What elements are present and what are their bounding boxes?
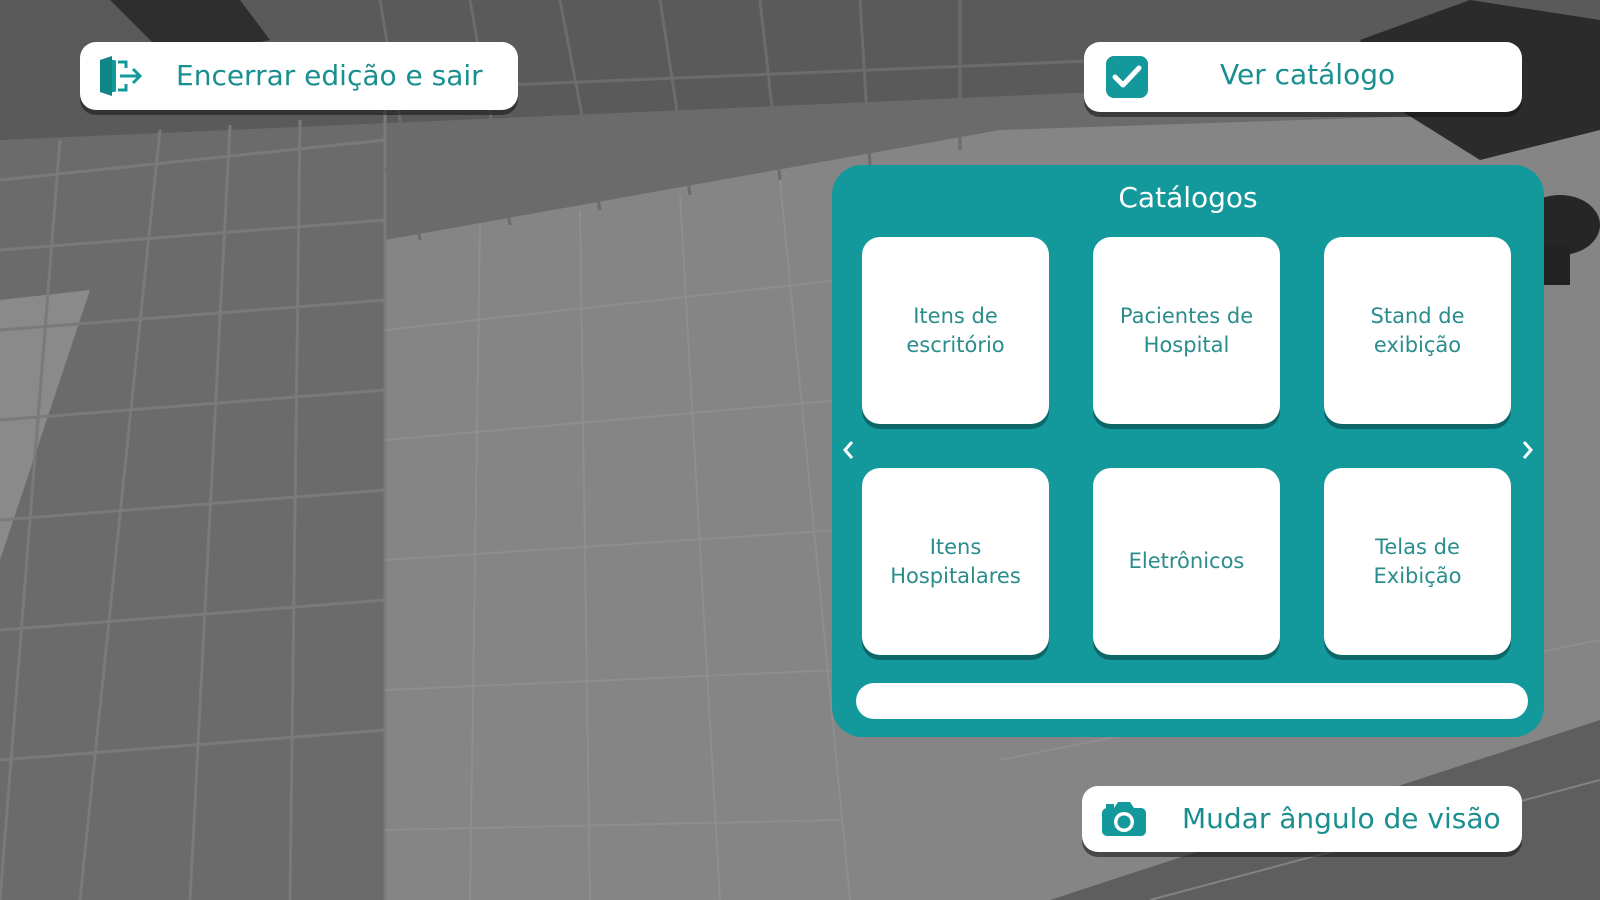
catalog-prev-button[interactable] bbox=[838, 435, 858, 465]
exit-edit-button[interactable]: Encerrar edição e sair bbox=[80, 42, 518, 110]
catalog-item-office[interactable]: Itens de escritório bbox=[862, 237, 1049, 424]
catalog-title: Catálogos bbox=[1118, 181, 1258, 214]
catalog-item-hospital-items[interactable]: Itens Hospitalares bbox=[862, 468, 1049, 655]
view-catalog-label: Ver catálogo bbox=[1220, 58, 1396, 91]
change-view-angle-label: Mudar ângulo de visão bbox=[1182, 802, 1501, 835]
catalog-item-hospital-patients[interactable]: Pacientes de Hospital bbox=[1093, 237, 1280, 424]
catalog-next-button[interactable] bbox=[1518, 435, 1538, 465]
catalog-item-electronics[interactable]: Eletrônicos bbox=[1093, 468, 1280, 655]
catalog-item-display-screens[interactable]: Telas de Exibição bbox=[1324, 468, 1511, 655]
exit-door-icon bbox=[98, 56, 144, 96]
catalog-panel: Catálogos Itens de escritório Pacientes … bbox=[832, 165, 1544, 737]
catalog-item-exhibit-stand[interactable]: Stand de exibição bbox=[1324, 237, 1511, 424]
catalog-grid: Itens de escritório Pacientes de Hospita… bbox=[862, 237, 1514, 663]
chevron-left-icon bbox=[843, 441, 854, 459]
camera-icon bbox=[1100, 800, 1148, 838]
change-view-angle-button[interactable]: Mudar ângulo de visão bbox=[1082, 786, 1522, 852]
checkbox-checked-icon[interactable] bbox=[1106, 56, 1148, 98]
view-catalog-toggle[interactable]: Ver catálogo bbox=[1084, 42, 1522, 112]
chevron-right-icon bbox=[1522, 441, 1533, 459]
exit-edit-label: Encerrar edição e sair bbox=[176, 59, 483, 92]
catalog-scrollbar[interactable] bbox=[856, 683, 1528, 719]
